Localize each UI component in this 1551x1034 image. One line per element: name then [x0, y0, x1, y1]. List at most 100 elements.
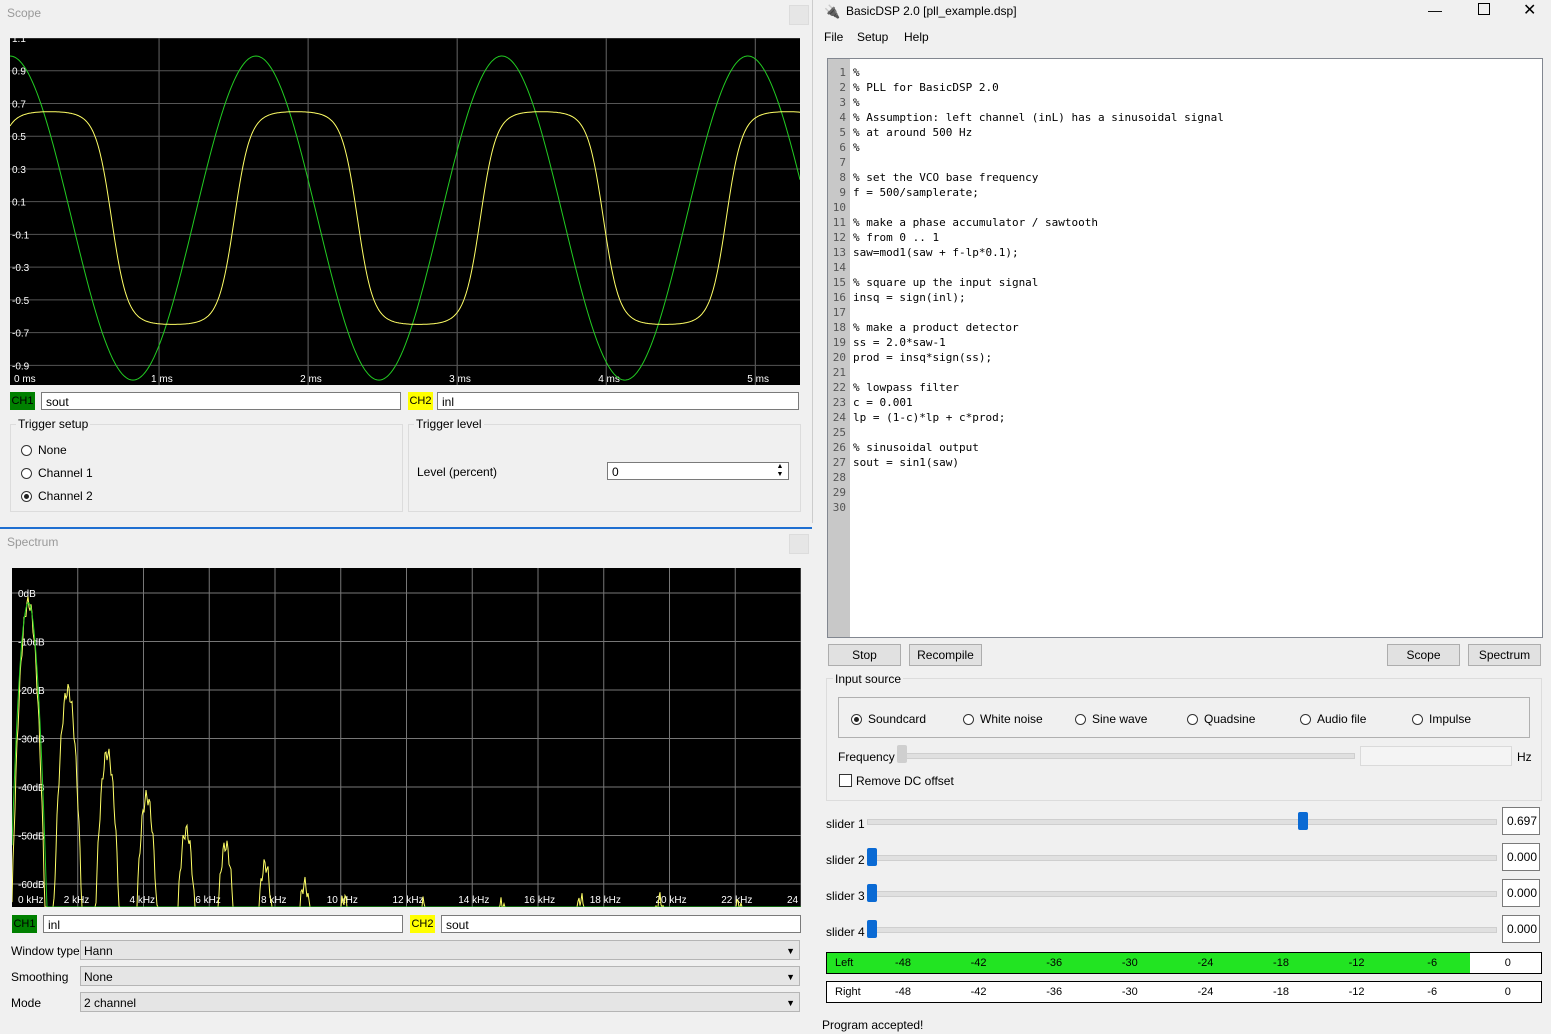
- x-tick-label: 2 kHz: [64, 895, 90, 906]
- spin-arrows-icon[interactable]: ▲ ▼: [773, 463, 787, 479]
- x-tick-label: 14 kHz: [458, 895, 489, 906]
- code-text: sout = sin1(saw): [853, 456, 959, 469]
- slider-track: [867, 891, 1497, 897]
- slider-thumb[interactable]: [1297, 812, 1308, 830]
- code-text: lp = (1-c)*lp + c*prod;: [853, 411, 1006, 424]
- right-level-meter: Right -48 -42 -36 -30 -24 -18 -12 -6 0: [826, 981, 1542, 1003]
- source-soundcard-radio[interactable]: Soundcard: [851, 712, 926, 726]
- trigger-channel1-radio[interactable]: Channel 1: [21, 466, 93, 480]
- frequency-input[interactable]: [1360, 746, 1512, 766]
- slider-thumb[interactable]: [867, 884, 877, 902]
- line-number: 12: [832, 231, 846, 244]
- meter-tick-label: -12: [1348, 957, 1365, 969]
- spectrum-ch2-input[interactable]: sout: [441, 915, 801, 933]
- hz-label: Hz: [1517, 750, 1532, 764]
- meter-tick-label: -6: [1427, 957, 1438, 969]
- scope-graph: 1.1 0.9 0.7 0.5 0.3 0.1 -0.1 -0.3 -0.5 -0.7 -0.9 0 …: [10, 38, 800, 385]
- radio-icon: [21, 444, 32, 456]
- source-impulse-radio[interactable]: Impulse: [1412, 712, 1471, 726]
- slider-label: slider 1: [826, 817, 865, 831]
- scope-title: Scope: [7, 6, 42, 20]
- y-tick-label: -0.5: [12, 296, 30, 307]
- minimize-icon[interactable]: —: [1428, 2, 1442, 18]
- line-number: 16: [832, 291, 846, 304]
- line-number: 13: [832, 246, 846, 259]
- x-tick-label: 3 ms: [449, 374, 471, 385]
- y-tick-label: 0.3: [12, 165, 26, 176]
- line-number: 1: [839, 66, 846, 79]
- scope-ch2-input[interactable]: inl: [437, 392, 799, 410]
- main-window: 🔌 BasicDSP 2.0 [pll_example.dsp] — ✕ Fil…: [815, 0, 1551, 1032]
- close-icon[interactable]: ✕: [1523, 0, 1536, 20]
- window-type-select[interactable]: Hann ▼: [80, 940, 800, 960]
- line-number: 25: [832, 426, 846, 439]
- y-tick-label: -0.7: [12, 329, 30, 340]
- meter-tick-label: -24: [1197, 957, 1214, 969]
- menu-setup[interactable]: Setup: [857, 30, 888, 44]
- radio-selected-icon: [21, 490, 32, 502]
- source-sine-wave-radio[interactable]: Sine wave: [1075, 712, 1147, 726]
- slider-value[interactable]: 0.000: [1502, 843, 1540, 871]
- x-tick-label: 1 ms: [151, 374, 173, 385]
- meter-tick-label: -48: [895, 957, 911, 969]
- scope-ch1-input[interactable]: sout: [41, 392, 401, 410]
- x-tick-label: 18 kHz: [590, 895, 621, 906]
- line-number: 19: [832, 336, 846, 349]
- y-tick-label: -0.3: [12, 263, 30, 274]
- scope-ch1-tag: CH1: [10, 392, 35, 410]
- source-quadsine-radio[interactable]: Quadsine: [1187, 712, 1255, 726]
- code-text: prod = insq*sign(ss);: [853, 351, 993, 364]
- line-number: 18: [832, 321, 846, 334]
- source-audio-file-radio[interactable]: Audio file: [1300, 712, 1366, 726]
- line-number: 6: [839, 141, 846, 154]
- x-tick-label: 24 kHz: [787, 895, 801, 906]
- scope-close-button[interactable]: [789, 5, 809, 25]
- line-number: 2: [839, 81, 846, 94]
- scope-button[interactable]: Scope: [1387, 644, 1460, 666]
- meter-tick-label: -42: [970, 986, 987, 998]
- app-icon: 🔌: [824, 4, 841, 19]
- slider-value[interactable]: 0.697: [1502, 807, 1540, 835]
- code-text: % sinusoidal output: [853, 441, 979, 454]
- y-tick-label: -20dB: [18, 686, 45, 697]
- right-meter-label: Right: [835, 986, 861, 998]
- left-meter-label: Left: [835, 957, 854, 969]
- slider-label: slider 3: [826, 889, 865, 903]
- spectrum-button[interactable]: Spectrum: [1468, 644, 1541, 666]
- line-number: 21: [832, 366, 846, 379]
- line-number: 20: [832, 351, 846, 364]
- frequency-slider-thumb[interactable]: [897, 745, 907, 763]
- mode-label: Mode: [11, 996, 42, 1010]
- spectrum-ch1-input[interactable]: inl: [43, 915, 403, 933]
- y-tick-label: 0.1: [12, 198, 26, 209]
- mode-select[interactable]: 2 channel ▼: [80, 992, 800, 1012]
- code-text: %: [853, 96, 860, 109]
- slider-thumb[interactable]: [867, 848, 877, 866]
- slider-value[interactable]: 0.000: [1502, 879, 1540, 907]
- stop-button[interactable]: Stop: [828, 644, 901, 666]
- slider-value[interactable]: 0.000: [1502, 915, 1540, 943]
- code-text: %: [853, 66, 860, 79]
- trigger-channel2-radio[interactable]: Channel 2: [21, 489, 93, 503]
- maximize-icon[interactable]: [1478, 3, 1490, 15]
- recompile-button[interactable]: Recompile: [909, 644, 982, 666]
- meter-tick-label: -36: [1046, 957, 1063, 969]
- source-white-noise-radio[interactable]: White noise: [963, 712, 1043, 726]
- input-source-title: Input source: [833, 672, 904, 686]
- slider-thumb[interactable]: [867, 920, 877, 938]
- menu-help[interactable]: Help: [904, 30, 929, 44]
- code-text: f = 500/samplerate;: [853, 186, 979, 199]
- line-number: 9: [839, 186, 846, 199]
- menu-file[interactable]: File: [824, 30, 843, 44]
- y-tick-label: -0.1: [12, 230, 30, 241]
- trigger-level-spinbox[interactable]: 0: [607, 462, 789, 480]
- spectrum-close-button[interactable]: [789, 534, 809, 554]
- slider-track: [867, 927, 1497, 933]
- smoothing-select[interactable]: None ▼: [80, 966, 800, 986]
- remove-dc-checkbox[interactable]: [839, 774, 852, 787]
- line-number: 3: [839, 96, 846, 109]
- trigger-level-title: Trigger level: [414, 417, 484, 431]
- code-editor[interactable]: 1% 2 % PLL for BasicDSP 2.0 3% 4 % Assumption…: [827, 58, 1543, 638]
- trigger-none-radio[interactable]: None: [21, 443, 67, 457]
- y-tick-label: 0dB: [18, 589, 36, 600]
